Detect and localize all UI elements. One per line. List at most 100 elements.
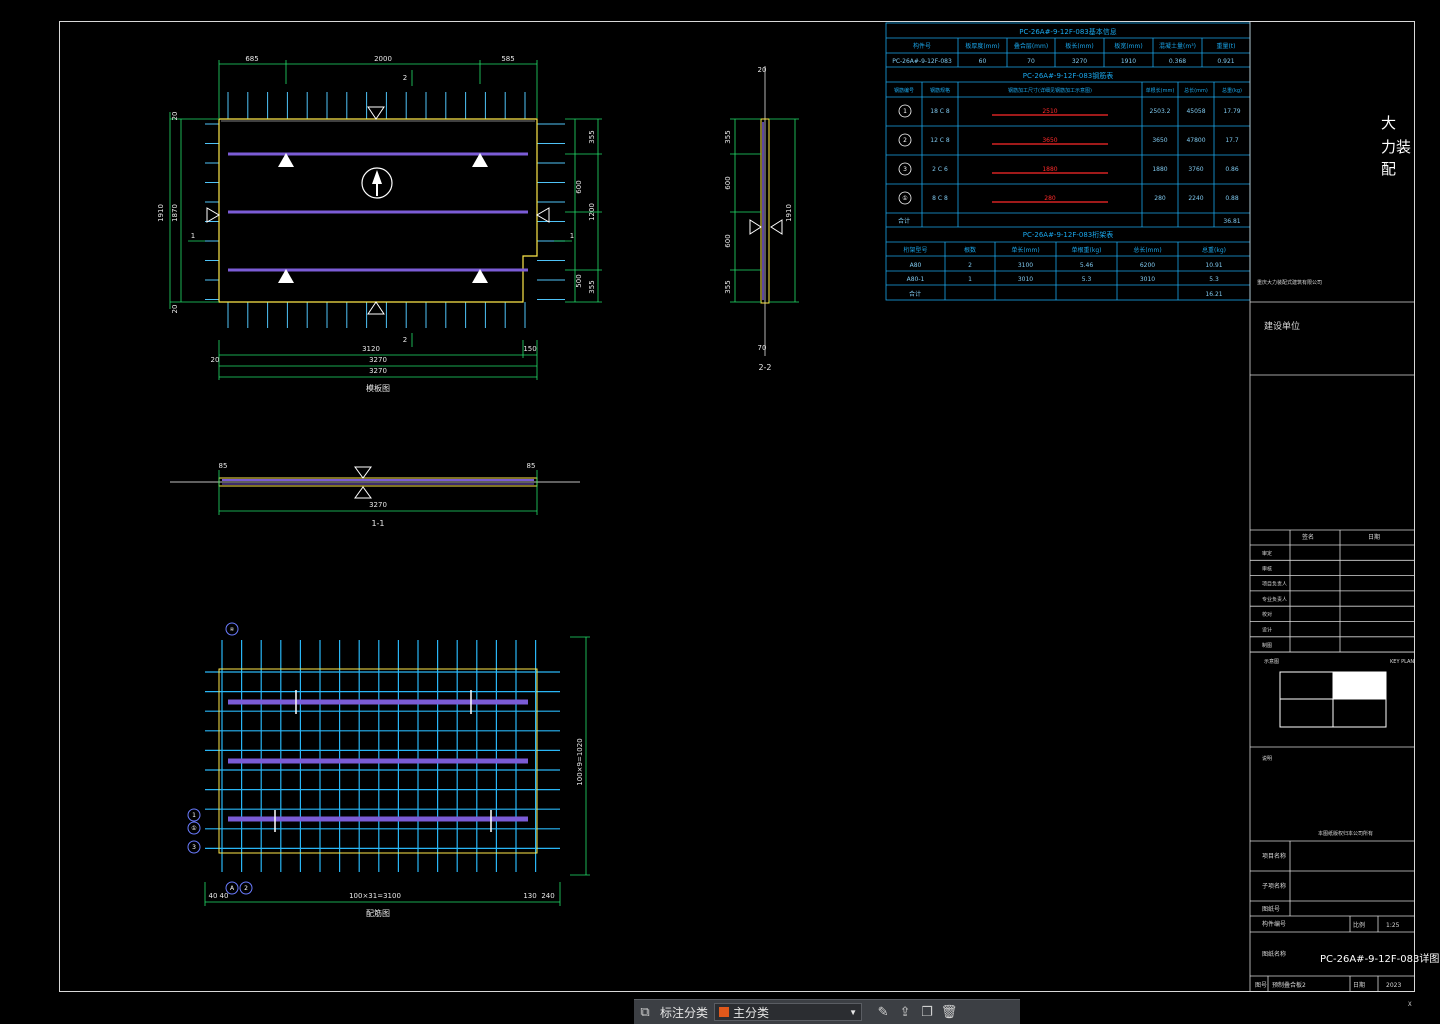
- table-cell: 5.46: [1080, 262, 1094, 269]
- dim-text: 20: [171, 305, 179, 314]
- section-1-1: 85 85 3270 1-1: [170, 462, 580, 528]
- table-header: 混凝土量(m³): [1159, 42, 1196, 50]
- view-title: 1-1: [371, 519, 384, 528]
- table-cell: A80: [910, 262, 922, 269]
- table-cell: 1880: [1152, 166, 1167, 173]
- svg-text:重庆大力装配式建筑有限公司: 重庆大力装配式建筑有限公司: [1257, 279, 1322, 286]
- dim-text: 1200: [588, 203, 596, 221]
- table-header: 钢筋加工尺寸(详细见钢筋加工示意图): [1008, 87, 1092, 94]
- svg-text:PC-26A#-9-12F-083桁架表: PC-26A#-9-12F-083桁架表: [1023, 230, 1114, 239]
- copy-icon[interactable]: ❐: [916, 1003, 938, 1021]
- view-title: 2-2: [758, 363, 771, 372]
- table-cell: 0.368: [1169, 58, 1186, 65]
- dim-text: 100×31=3100: [349, 892, 401, 900]
- table-cell: A80-1: [907, 276, 925, 283]
- role-label: 制图: [1262, 642, 1272, 649]
- rebar-shape-dim: 280: [1044, 195, 1056, 202]
- table-cell: 18 C 8: [930, 108, 950, 115]
- table-cell: 12 C 8: [930, 137, 950, 144]
- company-logo-text: 配: [1381, 160, 1396, 178]
- section-mark: 1: [570, 232, 574, 240]
- dim-text: 600: [724, 176, 732, 189]
- role-label: 审定: [1262, 550, 1272, 557]
- cad-canvas[interactable]: 685 2000 585 2 1910 1870 20 20 1 355 600…: [0, 0, 1440, 1017]
- table-header: 根数: [964, 246, 976, 254]
- table-cell: 0.921: [1217, 58, 1234, 65]
- table-cell: 47800: [1186, 137, 1205, 144]
- svg-text:PC-26A#-9-12F-083钢筋表: PC-26A#-9-12F-083钢筋表: [1023, 71, 1114, 80]
- table-cell: 5.3: [1082, 276, 1092, 283]
- table-cell: 合计: [898, 217, 910, 225]
- table-cell: 3650: [1152, 137, 1167, 144]
- table-basic-info: PC-26A#-9-12F-083基本信息 构件号 板厚度(mm) 叠合层(mm) 板…: [885, 22, 1251, 301]
- table-truss: PC-26A#-9-12F-083桁架表 桁架型号 根数 单长(mm) 单根重(kg)…: [886, 230, 1250, 300]
- role-label: 专业负责人: [1262, 596, 1287, 603]
- annotation-category-label: 标注分类: [660, 1005, 709, 1020]
- table-header: 单长(mm): [1011, 246, 1039, 254]
- section-mark: 2: [403, 336, 407, 344]
- title-block: 审定审核项目负责人专业负责人校对设计制图 大 力装 配 重庆大力装配式建筑有限公…: [1249, 21, 1439, 992]
- role-label: 项目负责人: [1262, 581, 1287, 588]
- svg-text:2023: 2023: [1386, 982, 1401, 989]
- table-cell: 70: [1027, 58, 1035, 65]
- role-label: 校对: [1262, 611, 1272, 618]
- section-mark: 2: [403, 74, 407, 82]
- table-header: 总长(mm): [1133, 246, 1161, 254]
- table-header: 单根长(mm): [1146, 87, 1175, 94]
- dim-text: 100×9=1020: [576, 738, 584, 785]
- table-cell: 17.79: [1223, 108, 1240, 115]
- table-cell: 45058: [1186, 108, 1205, 115]
- drawing-name: PC-26A#-9-12F-083详图: [1320, 952, 1439, 965]
- svg-text:示意图: 示意图: [1264, 658, 1279, 665]
- svg-text:图纸名称: 图纸名称: [1262, 950, 1286, 958]
- company-logo-text: 大: [1381, 114, 1396, 132]
- table-cell: 2 C 6: [932, 166, 948, 173]
- table-header: 构件号: [913, 42, 931, 50]
- table-cell: 3100: [1018, 262, 1033, 269]
- dim-text: 585: [501, 55, 514, 63]
- layer-color-swatch: [719, 1007, 730, 1017]
- layer-select[interactable]: 主分类 ▼: [714, 1003, 863, 1021]
- rebar-mark-text: ①: [191, 825, 196, 832]
- dim-text: 40: [209, 892, 218, 900]
- dim-text: 500: [575, 274, 583, 287]
- table-header: 钢筋规格: [930, 87, 950, 94]
- table-cell: 0.86: [1225, 166, 1239, 173]
- upload-icon[interactable]: ⇪: [894, 1003, 916, 1021]
- rebar-mark-text: A: [230, 885, 235, 892]
- rebar-shape-dim: 2510: [1042, 108, 1057, 115]
- dim-text: 3120: [362, 345, 380, 353]
- layers-icon[interactable]: ⧉: [634, 1003, 656, 1021]
- svg-text:子项名称: 子项名称: [1262, 882, 1286, 890]
- table-cell: 8 C 8: [932, 195, 948, 202]
- rebar-no: 1: [903, 108, 907, 115]
- dim-text: 85: [527, 462, 536, 470]
- layer-toolbar: ⧉ 标注分类 主分类 ▼ ✎ ⇪ ❐ 🗑: [634, 999, 1020, 1024]
- rebar-view: ④ 1 ① 3 A 2 100×31=3100 40 40 130 240 配筋…: [187, 622, 590, 918]
- svg-text:PC-26A#-9-12F-083基本信息: PC-26A#-9-12F-083基本信息: [1019, 27, 1117, 36]
- table-cell: 60: [979, 58, 987, 65]
- role-label: 审核: [1262, 565, 1272, 572]
- svg-text:日期: 日期: [1368, 533, 1380, 541]
- dim-text: 85: [219, 462, 228, 470]
- edit-icon[interactable]: ✎: [872, 1003, 894, 1021]
- dim-text: 2000: [374, 55, 392, 63]
- table-header: 板厚度(mm): [965, 42, 999, 50]
- rebar-no: 3: [903, 166, 907, 173]
- dim-text: 600: [724, 234, 732, 247]
- dim-text: 20: [211, 356, 220, 364]
- table-cell: 2503.2: [1150, 108, 1171, 115]
- table-header: 叠合层(mm): [1014, 42, 1048, 50]
- dim-text: 1910: [157, 204, 165, 222]
- delete-icon[interactable]: 🗑: [938, 1003, 960, 1021]
- svg-text:说明: 说明: [1262, 755, 1272, 762]
- svg-text:KEY PLAN: KEY PLAN: [1390, 659, 1414, 665]
- dim-text: 40: [220, 892, 229, 900]
- svg-text:建设单位: 建设单位: [1264, 320, 1300, 332]
- dim-text: 1870: [171, 204, 179, 222]
- table-cell: 17.7: [1225, 137, 1239, 144]
- table-cell: 3270: [1072, 58, 1087, 65]
- table-cell: PC-26A#-9-12F-083: [892, 58, 952, 65]
- svg-text:比例: 比例: [1353, 921, 1365, 929]
- table-cell: 2240: [1188, 195, 1203, 202]
